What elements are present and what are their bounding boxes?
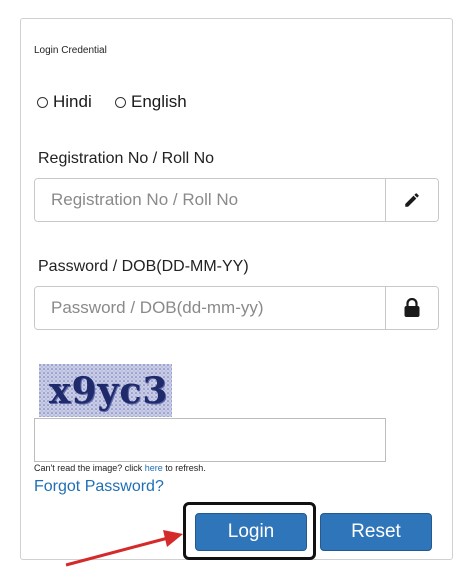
form-legend: Login Credential — [34, 45, 107, 56]
reset-button[interactable]: Reset — [320, 513, 432, 551]
radio-circle-hindi[interactable] — [37, 96, 48, 108]
password-input[interactable] — [35, 287, 385, 329]
captcha-hint-suffix: to refresh. — [162, 463, 206, 473]
registration-label: Registration No / Roll No — [38, 150, 215, 167]
radio-label-hindi: Hindi — [53, 92, 92, 111]
password-input-group — [34, 286, 439, 330]
radio-english[interactable]: English — [115, 92, 187, 112]
lock-icon — [385, 287, 438, 329]
password-label: Password / DOB(DD-MM-YY) — [38, 258, 249, 275]
captcha-hint-prefix: Can't read the image? click — [34, 463, 145, 473]
forgot-password-link[interactable]: Forgot Password? — [34, 478, 164, 496]
registration-input-group — [34, 178, 439, 222]
login-button[interactable]: Login — [195, 513, 307, 551]
registration-input[interactable] — [35, 179, 385, 221]
radio-circle-english[interactable] — [115, 96, 126, 108]
radio-hindi[interactable]: Hindi — [37, 92, 92, 112]
radio-label-english: English — [131, 92, 187, 111]
captcha-input[interactable] — [34, 418, 386, 462]
captcha-refresh-link[interactable]: here — [145, 463, 163, 473]
pencil-icon — [385, 179, 438, 221]
captcha-image: x9yc3 — [39, 364, 172, 417]
captcha-text: x9yc3 — [49, 370, 169, 412]
captcha-hint: Can't read the image? click here to refr… — [34, 463, 206, 473]
